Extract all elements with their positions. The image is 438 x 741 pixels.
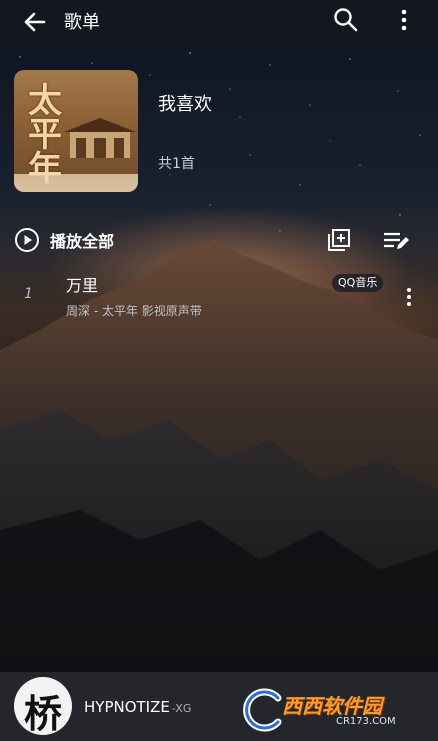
watermark-domain: CR173.COM: [336, 716, 396, 727]
page-title: 歌单: [64, 12, 100, 33]
site-watermark: 西西软件园 CR173.COM: [238, 688, 428, 736]
playlist-name: 我喜欢: [158, 94, 212, 115]
cover-building-art: [60, 118, 138, 168]
edit-list-icon[interactable]: [382, 228, 410, 252]
add-to-playlist-icon[interactable]: [326, 227, 352, 253]
song-title: 万里: [66, 276, 99, 295]
song-index: 1: [24, 286, 33, 302]
now-playing-artist: -XG: [171, 702, 192, 715]
more-vertical-icon[interactable]: [392, 6, 416, 34]
playlist-track-count: 共1首: [158, 156, 195, 172]
now-playing-info: HYPNOTIZE -XG: [84, 698, 191, 716]
now-playing-cover-art: 桥: [23, 691, 62, 735]
playlist-cover[interactable]: 太平年: [14, 70, 138, 192]
song-artist-album: 周深 - 太平年 影视原声带: [66, 304, 202, 318]
now-playing-title: HYPNOTIZE: [84, 698, 170, 716]
now-playing-cover[interactable]: 桥: [14, 677, 72, 735]
source-badge: QQ音乐: [332, 274, 384, 292]
play-all-label: 播放全部: [50, 232, 115, 251]
watermark-logo-icon: [243, 688, 282, 732]
song-list-item[interactable]: 1 万里 周深 - 太平年 影视原声带 QQ音乐: [0, 266, 438, 324]
watermark-brand: 西西软件园: [282, 694, 382, 718]
play-circle-icon: [15, 228, 39, 252]
top-app-bar: 歌单: [0, 0, 438, 44]
song-more-icon[interactable]: [402, 286, 416, 308]
play-all-button[interactable]: 播放全部: [14, 226, 114, 254]
cover-credits-band: [14, 174, 138, 192]
search-icon[interactable]: [332, 6, 360, 34]
back-arrow-icon[interactable]: [18, 6, 50, 38]
